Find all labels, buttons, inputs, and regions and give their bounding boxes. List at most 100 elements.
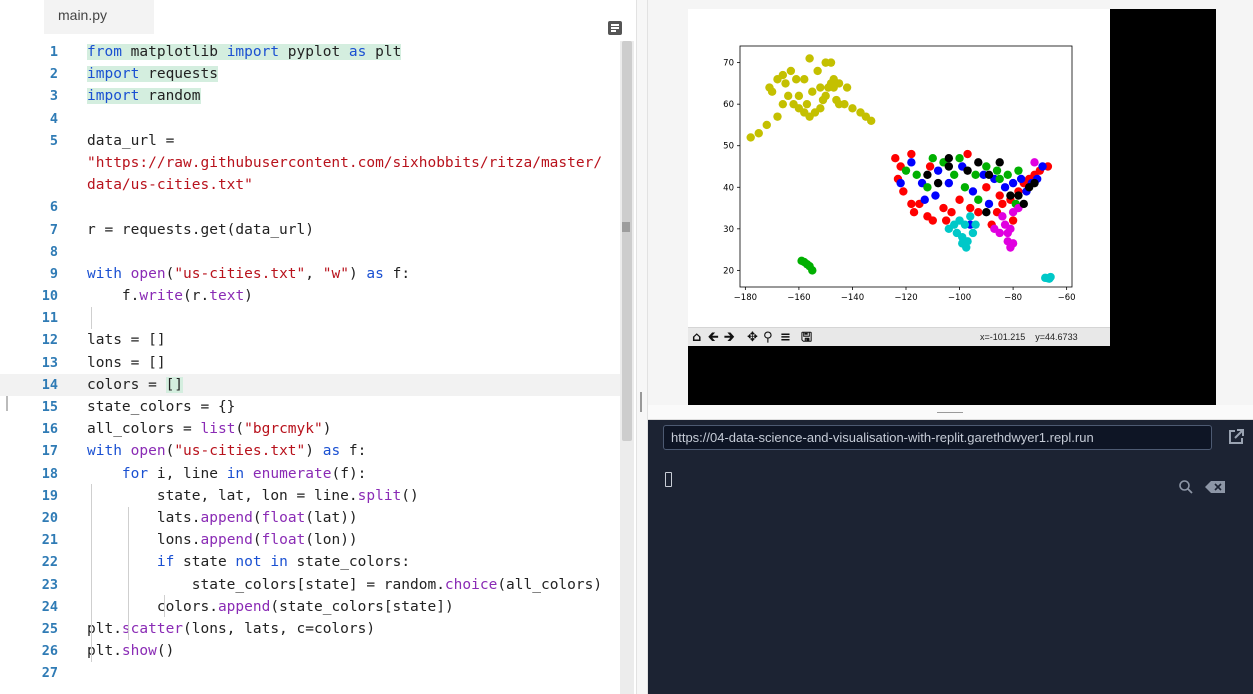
- data-point: [794, 91, 804, 101]
- data-point: [802, 99, 812, 109]
- code-token: float: [261, 532, 306, 549]
- code-line[interactable]: 8: [0, 241, 620, 263]
- code-line[interactable]: 6: [0, 196, 620, 218]
- back-arrow-icon[interactable]: 🡰: [708, 328, 719, 347]
- code-token: import: [226, 44, 280, 60]
- code-token: state_colors:: [287, 554, 411, 571]
- code-token: append: [217, 598, 271, 615]
- data-point: [840, 99, 849, 109]
- code-line[interactable]: 16 all_colors = list("bgrcmyk"): [0, 418, 620, 440]
- data-point: [968, 228, 978, 238]
- code-token: colors.: [87, 598, 218, 615]
- code-line[interactable]: 1 from matplotlib import pyplot as plt: [0, 41, 620, 63]
- code-line[interactable]: "https://raw.githubusercontent.com/sixho…: [0, 152, 620, 174]
- code-line[interactable]: 17 with open("us-cities.txt") as f:: [0, 440, 620, 462]
- data-point: [808, 87, 817, 96]
- code-line[interactable]: 13 lons = []: [0, 352, 620, 374]
- data-point: [1014, 191, 1023, 200]
- code-line[interactable]: 27: [0, 662, 620, 684]
- code-line[interactable]: 24 colors.append(state_colors[state]): [0, 596, 620, 618]
- open-in-new-tab-icon[interactable]: [1226, 427, 1246, 447]
- x-tick-label: −120: [894, 293, 917, 303]
- code-line[interactable]: 21 lons.append(float(lon)): [0, 529, 620, 551]
- pan-icon[interactable]: ✥: [747, 328, 758, 347]
- code-line[interactable]: 25 plt.scatter(lons, lats, c=colors): [0, 618, 620, 640]
- y-tick-label: 30: [723, 225, 734, 235]
- file-tab-main-py[interactable]: main.py: [44, 0, 154, 34]
- code-text: with open("us-cities.txt", "w") as f:: [87, 263, 410, 285]
- data-point: [1024, 183, 1034, 192]
- code-line[interactable]: 2 import requests: [0, 63, 620, 85]
- pane-divider[interactable]: [636, 0, 648, 694]
- forward-arrow-icon[interactable]: 🡲: [724, 328, 735, 347]
- y-tick-label: 60: [723, 100, 734, 110]
- code-token: enumerate: [252, 465, 332, 482]
- data-point: [816, 104, 825, 113]
- code-text: with open("us-cities.txt") as f:: [87, 440, 366, 462]
- clear-console-icon[interactable]: [1205, 481, 1225, 493]
- data-point: [786, 66, 796, 76]
- save-icon[interactable]: 🖫: [801, 328, 812, 347]
- code-token: (: [165, 443, 175, 460]
- data-point: [928, 153, 937, 163]
- code-token: "us-cities.txt": [174, 265, 306, 282]
- code-line[interactable]: 9 with open("us-cities.txt", "w") as f:: [0, 263, 620, 285]
- code-text: for i, line in enumerate(f):: [87, 463, 366, 485]
- code-line[interactable]: 4: [0, 108, 620, 130]
- code-line[interactable]: 11: [0, 307, 620, 329]
- data-point: [933, 166, 943, 175]
- code-line[interactable]: 10 f.write(r.text): [0, 285, 620, 307]
- code-token: lats.: [87, 509, 201, 526]
- code-token: f:: [340, 443, 367, 460]
- data-point: [955, 153, 964, 163]
- code-editor[interactable]: main.py 1 from matplotlib import pyplot a…: [0, 0, 636, 694]
- code-token: choice: [444, 576, 498, 593]
- code-line[interactable]: data/us-cities.txt": [0, 174, 620, 196]
- code-line[interactable]: 22 if state not in state_colors:: [0, 551, 620, 573]
- code-line[interactable]: 7 r = requests.get(data_url): [0, 219, 620, 241]
- code-line[interactable]: 23 state_colors[state] = random.choice(a…: [0, 574, 620, 596]
- data-point: [963, 149, 972, 159]
- code-line[interactable]: 20 lats.append(float(lat)): [0, 507, 620, 529]
- data-point: [966, 212, 975, 221]
- home-icon[interactable]: ⌂: [692, 328, 701, 347]
- code-token: (f):: [331, 465, 367, 482]
- document-outline-icon[interactable]: [608, 21, 622, 35]
- data-point: [1045, 274, 1054, 283]
- configure-subplots-icon[interactable]: ≡: [780, 328, 791, 347]
- data-point: [901, 166, 911, 175]
- pane-split-handle[interactable]: [648, 405, 1253, 420]
- code-line[interactable]: 19 state, lat, lon = line.split(): [0, 485, 620, 507]
- line-number: 4: [49, 110, 58, 127]
- code-token: []: [165, 376, 184, 393]
- code-line[interactable]: 5 data_url =: [0, 130, 620, 152]
- data-point: [974, 195, 983, 204]
- code-text: plt.show(): [87, 640, 174, 662]
- code-line[interactable]: 26 plt.show(): [0, 640, 620, 662]
- code-line[interactable]: 12 lats = []: [0, 329, 620, 351]
- code-token: append: [200, 509, 253, 526]
- data-point: [800, 75, 809, 84]
- search-icon[interactable]: [1178, 479, 1194, 495]
- cursor-coordinates: x=-101.215 y=44.6733: [980, 332, 1078, 342]
- webview-url-bar[interactable]: https://04-data-science-and-visualisatio…: [663, 425, 1212, 450]
- zoom-icon[interactable]: ⚲: [763, 328, 773, 347]
- code-token: if: [156, 554, 175, 571]
- data-point: [974, 208, 983, 217]
- code-text: import requests: [87, 63, 218, 85]
- code-line[interactable]: 14 colors = []: [0, 373, 620, 396]
- data-point: [1003, 170, 1012, 180]
- code-area[interactable]: 1 from matplotlib import pyplot as plt 2 im…: [0, 41, 620, 684]
- pane-divider-grip[interactable]: [640, 392, 642, 412]
- code-line[interactable]: 15 state_colors = {}: [0, 396, 620, 418]
- code-token: write: [139, 288, 184, 305]
- x-tick-label: −60: [1058, 293, 1076, 303]
- code-line[interactable]: 3 import random: [0, 85, 620, 107]
- code-line[interactable]: 18 for i, line in enumerate(f):: [0, 463, 620, 485]
- code-token: data_url =: [87, 132, 175, 149]
- code-token: (: [235, 421, 245, 438]
- plot-toolbar: ⌂ 🡰 🡲 ✥ ⚲ ≡ 🖫 x=-101.215 y=44.6733: [688, 327, 1110, 346]
- console-pane[interactable]: [648, 420, 1253, 694]
- editor-scrollbar-thumb[interactable]: [622, 41, 632, 441]
